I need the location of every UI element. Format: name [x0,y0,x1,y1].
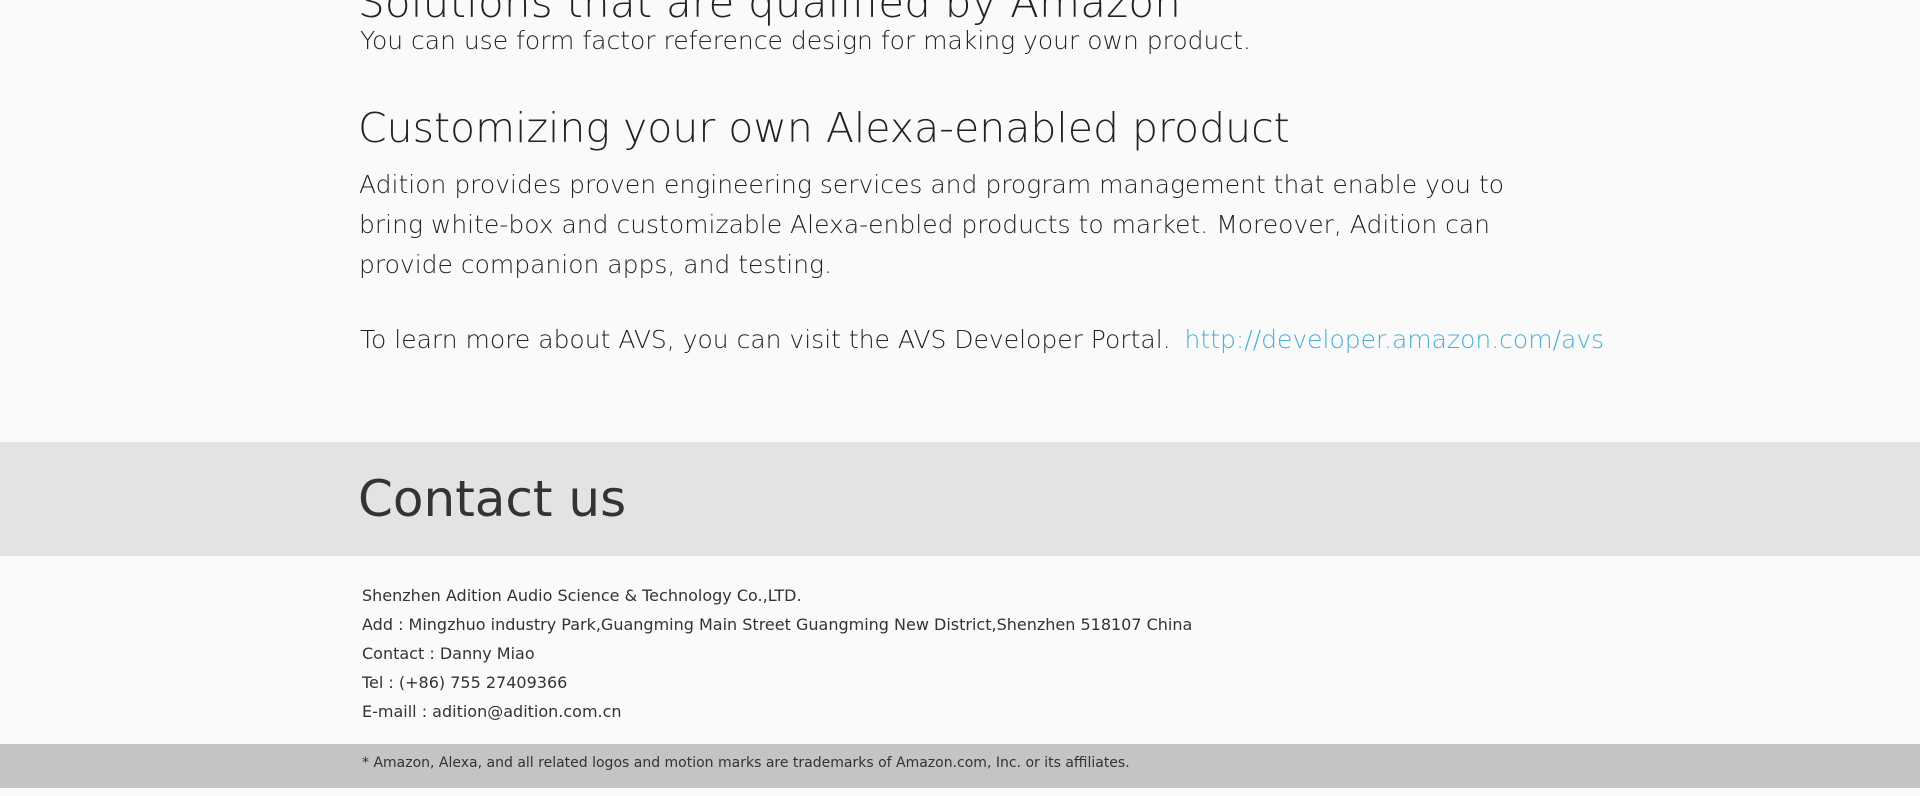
contact-band: Contact us [0,442,1920,556]
contact-info-block: Shenzhen Adition Audio Science & Technol… [362,581,1192,726]
contact-email: E-maill : adition@adition.com.cn [362,702,622,721]
page: Solutions that are qualified by Amazon Y… [0,0,1920,796]
avs-learn-more-text: To learn more about AVS, you can visit t… [360,325,1171,354]
customizing-heading: Customizing your own Alexa-enabled produ… [358,104,1290,152]
section-heading-qualified-solutions: Solutions that are qualified by Amazon [358,0,1182,27]
company-address: Add : Mingzhuo industry Park,Guangming M… [362,615,1193,634]
form-factor-intro-text: You can use form factor reference design… [360,26,1251,55]
contact-person: Contact : Danny Miao [362,644,535,663]
avs-learn-more-line: To learn more about AVS, you can visit t… [360,325,1604,354]
footer-bar: * Amazon, Alexa, and all related logos a… [0,744,1920,788]
contact-us-heading: Contact us [358,470,627,528]
trademark-note: * Amazon, Alexa, and all related logos a… [362,755,1130,771]
company-name: Shenzhen Adition Audio Science & Technol… [362,586,802,605]
avs-developer-portal-link[interactable]: http://developer.amazon.com/avs [1185,325,1605,354]
contact-phone: Tel : (+86) 755 27409366 [362,673,568,692]
content-section: Solutions that are qualified by Amazon Y… [0,0,1920,442]
customizing-body-text: Adition provides proven engineering serv… [359,170,1505,279]
